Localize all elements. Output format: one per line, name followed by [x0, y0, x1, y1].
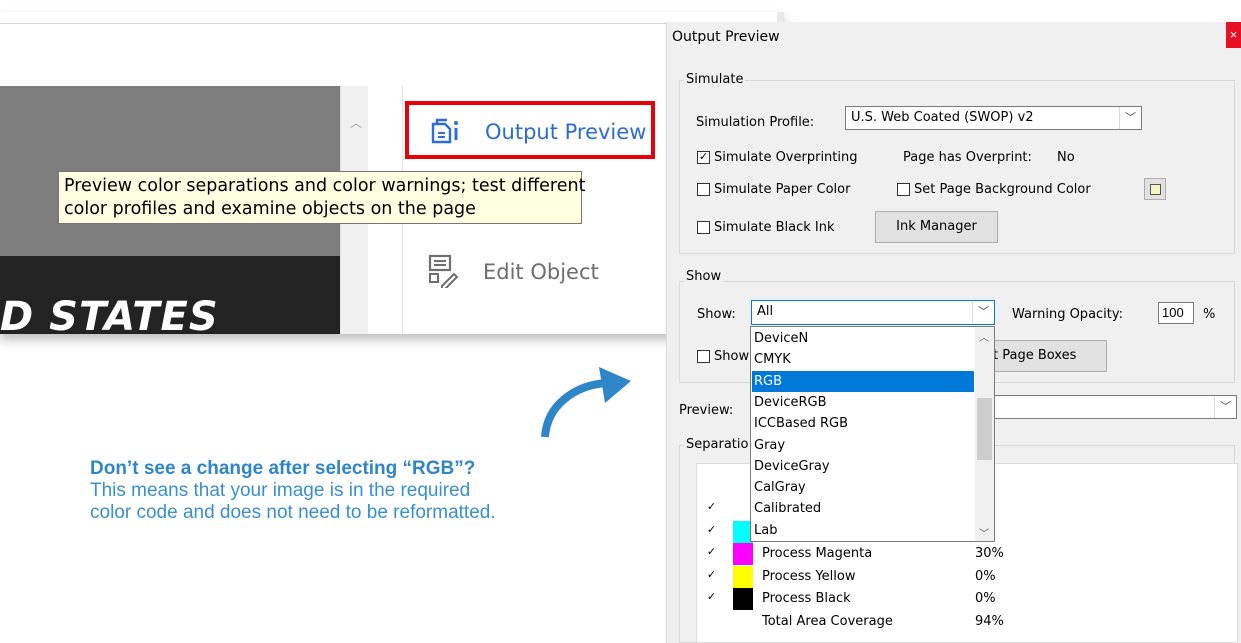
simulation-profile-select[interactable]: U.S. Web Coated (SWOP) v2 ﹀ [845, 106, 1142, 130]
simulate-paper-color-label: Simulate Paper Color [714, 182, 851, 197]
separation-checkbox[interactable]: ✓ [705, 569, 718, 583]
separation-checkbox[interactable]: ✓ [705, 547, 718, 560]
show-checkbox-label: Show [714, 349, 750, 364]
separation-percent: 0% [975, 591, 996, 606]
simulate-black-ink-label: Simulate Black Ink [714, 220, 835, 235]
dropdown-option[interactable]: ICCBased RGB [752, 413, 974, 434]
dropdown-option[interactable]: Lab [752, 520, 974, 541]
document-black-banner: D STATES [0, 256, 340, 334]
curved-arrow-icon [541, 367, 631, 438]
separation-name: Process Magenta [762, 546, 873, 561]
separation-swatch [733, 588, 753, 610]
page-overprint-label: Page has Overprint: [903, 150, 1032, 165]
ink-manager-button[interactable]: Ink Manager [875, 211, 998, 243]
simulate-black-ink-checkbox[interactable] [697, 221, 710, 234]
separations-group-label: Separatio [684, 437, 751, 452]
dropdown-scrollbar[interactable]: ︿ ﹀ [975, 327, 994, 541]
show-label: Show: [697, 307, 736, 322]
chevron-down-icon: ﹀ [1119, 107, 1141, 129]
separation-swatch [733, 565, 753, 588]
scroll-up-icon[interactable]: ︿ [979, 329, 989, 344]
show-dropdown-list[interactable]: DeviceN CMYK RGB DeviceRGB ICCBased RGB Gray D… [750, 326, 995, 542]
page-background-checkbox[interactable] [897, 183, 910, 196]
scroll-down-icon[interactable]: ﹀ [979, 525, 989, 540]
dropdown-option[interactable]: Calibrated [752, 498, 974, 519]
close-icon[interactable]: × [1226, 22, 1241, 48]
separation-name: Process Black [762, 591, 851, 606]
annotation-note: Don’t see a change after selecting “RGB”… [90, 458, 610, 524]
scroll-thumb[interactable] [977, 398, 992, 460]
simulation-profile-label: Simulation Profile: [696, 115, 815, 130]
percent-label: % [1203, 307, 1216, 322]
separation-row: ✓ Process Magenta 30% [697, 543, 1237, 565]
document-top-area [0, 24, 368, 86]
dropdown-option[interactable]: Gray [752, 435, 974, 456]
page-background-label: Set Page Background Color [914, 182, 1091, 197]
output-preview-label: Output Preview [485, 120, 647, 144]
show-group-label: Show [684, 269, 724, 284]
separation-swatch [733, 543, 753, 565]
background-color-swatch[interactable] [1144, 178, 1166, 200]
simulate-overprinting-checkbox[interactable]: ✓ [697, 151, 710, 164]
dialog-title: Output Preview [672, 29, 780, 45]
output-preview-icon [431, 118, 458, 144]
annotation-line: This means that your image is in the req… [90, 480, 471, 501]
dropdown-option[interactable]: DeviceGray [752, 456, 974, 477]
set-page-boxes-label: et Page Boxes [985, 348, 1077, 363]
dropdown-option[interactable]: CalGray [752, 477, 974, 498]
chevron-down-icon: ﹀ [1214, 396, 1236, 418]
separation-checkbox[interactable]: ✓ [705, 524, 718, 538]
tooltip: Preview color separations and color warn… [58, 171, 586, 224]
edit-object-icon [428, 254, 458, 288]
dropdown-option[interactable]: CMYK [752, 349, 974, 370]
dropdown-option[interactable]: RGB [752, 370, 974, 392]
dropdown-option[interactable]: DeviceRGB [752, 392, 974, 413]
show-select-value: All [757, 304, 774, 319]
separation-percent: 94% [975, 613, 1004, 629]
chevron-down-icon: ﹀ [972, 301, 994, 323]
dropdown-option[interactable]: DeviceN [752, 328, 974, 349]
annotation-line: color code and does not need to be refor… [90, 502, 496, 523]
separation-checkbox[interactable]: ✓ [705, 502, 718, 515]
preview-select[interactable]: ﹀ [994, 395, 1237, 419]
output-preview-tool[interactable]: Output Preview [405, 101, 655, 159]
page-overprint-value: No [1057, 150, 1075, 165]
tooltip-line: color profiles and examine objects on th… [64, 199, 476, 219]
toolbar-edge [0, 12, 784, 24]
simulate-paper-color-checkbox[interactable] [697, 183, 710, 196]
simulate-overprinting-label: Simulate Overprinting [714, 150, 858, 165]
annotation-heading: Don’t see a change after selecting “RGB”… [90, 458, 476, 479]
tooltip-line: Preview color separations and color warn… [64, 176, 586, 196]
color-swatch-icon [1150, 184, 1161, 195]
edit-object-label: Edit Object [483, 260, 599, 284]
separation-name: Total Area Coverage [762, 613, 893, 629]
scroll-up-icon[interactable]: ︿ [350, 114, 362, 130]
separation-percent: 30% [975, 546, 1004, 561]
separation-percent: 0% [975, 568, 996, 584]
warning-opacity-input[interactable]: 100 [1158, 302, 1194, 324]
document-banner-text: D STATES [0, 294, 219, 334]
separation-row: ✓ Process Black 0% [697, 588, 1237, 610]
separation-row: Total Area Coverage 94% [697, 611, 1237, 633]
separation-name: Process Yellow [762, 568, 856, 584]
show-select[interactable]: All ﹀ [751, 300, 995, 325]
edit-object-tool[interactable]: Edit Object [428, 254, 648, 294]
separation-checkbox[interactable]: ✓ [705, 592, 718, 605]
simulate-group-label: Simulate [684, 72, 746, 87]
separation-row: ✓ Process Yellow 0% [697, 565, 1237, 588]
show-checkbox[interactable] [697, 350, 710, 363]
simulation-profile-value: U.S. Web Coated (SWOP) v2 [851, 110, 1034, 125]
warning-opacity-label: Warning Opacity: [1012, 307, 1124, 322]
preview-label: Preview: [679, 403, 734, 418]
